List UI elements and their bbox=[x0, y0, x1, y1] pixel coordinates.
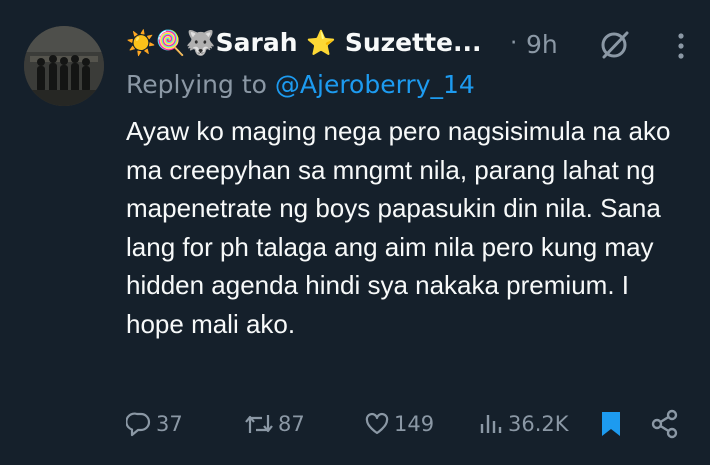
reply-count: 37 bbox=[156, 412, 183, 436]
timestamp[interactable]: 9h bbox=[526, 30, 558, 59]
bookmark-icon[interactable] bbox=[600, 410, 622, 438]
display-name[interactable]: ☀️🍭🐺Sarah ⭐ Suzette... bbox=[126, 28, 482, 57]
reply-icon bbox=[126, 412, 151, 437]
replying-handle-link[interactable]: @Ajeroberry_14 bbox=[275, 70, 475, 99]
tweet-body: Ayaw ko maging nega pero nagsisimula na … bbox=[126, 116, 671, 339]
share-icon[interactable] bbox=[650, 408, 680, 440]
grok-icon[interactable] bbox=[598, 28, 632, 62]
like-button[interactable]: 149 bbox=[364, 404, 434, 444]
like-icon bbox=[365, 412, 389, 435]
views-button[interactable]: 36.2K bbox=[478, 404, 569, 444]
repost-count: 87 bbox=[278, 412, 305, 436]
replying-to: Replying to @Ajeroberry_14 bbox=[126, 70, 475, 99]
display-name-text-2: Suzette... bbox=[336, 28, 482, 57]
views-icon bbox=[480, 415, 502, 433]
tweet-header: ☀️🍭🐺Sarah ⭐ Suzette... · 9h bbox=[126, 28, 690, 62]
more-icon[interactable] bbox=[674, 32, 688, 60]
star-emoji: ⭐ bbox=[306, 29, 337, 57]
reply-button[interactable]: 37 bbox=[126, 404, 183, 444]
repost-button[interactable]: 87 bbox=[244, 404, 305, 444]
tweet-actions: 37 87 149 36.2K bbox=[126, 404, 686, 444]
avatar[interactable] bbox=[24, 26, 104, 106]
views-count: 36.2K bbox=[508, 412, 569, 436]
separator-dot: · bbox=[510, 30, 518, 56]
repost-icon bbox=[245, 415, 273, 433]
replying-prefix: Replying to bbox=[126, 70, 275, 99]
display-name-text-1: Sarah bbox=[215, 28, 307, 57]
like-count: 149 bbox=[394, 412, 435, 436]
display-name-emoji: ☀️🍭🐺 bbox=[126, 29, 216, 57]
avatar-image bbox=[24, 26, 104, 106]
